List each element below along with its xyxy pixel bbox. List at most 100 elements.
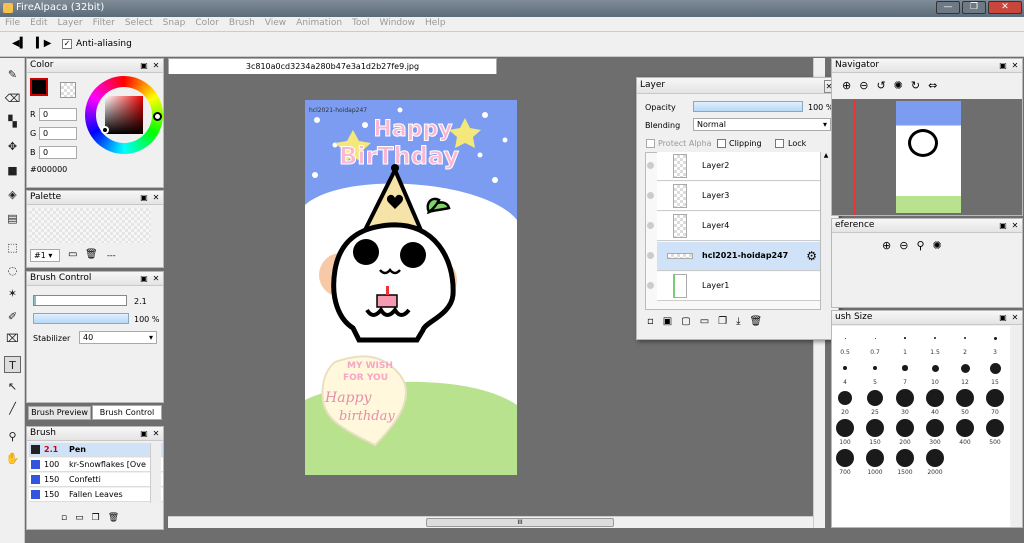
new-layer-icon[interactable]: ▫: [647, 316, 663, 327]
text-tool-icon[interactable]: T: [4, 356, 21, 373]
gear-icon[interactable]: ⚙: [806, 249, 817, 263]
float-icon[interactable]: ▣: [139, 273, 149, 284]
brush-size-dot[interactable]: [896, 449, 914, 467]
visibility-icon[interactable]: [647, 282, 654, 289]
layer-list-scrollbar[interactable]: ▲: [821, 152, 831, 310]
blending-select[interactable]: Normal ▾: [693, 118, 831, 131]
menu-edit[interactable]: Edit: [25, 17, 52, 29]
brush-size-dot[interactable]: [836, 449, 854, 467]
eraser-tool-icon[interactable]: ⌫: [4, 90, 21, 107]
saturation-box[interactable]: [105, 96, 143, 134]
close-icon[interactable]: ✕: [151, 273, 161, 284]
zoom-in-icon[interactable]: ⊕: [842, 79, 859, 92]
protect-alpha-checkbox[interactable]: [646, 139, 655, 148]
menu-select[interactable]: Select: [120, 17, 158, 29]
visibility-icon[interactable]: [647, 162, 654, 169]
layer-row[interactable]: Layer2: [647, 152, 820, 181]
visibility-icon[interactable]: [647, 192, 654, 199]
dot-tool-icon[interactable]: ▚: [4, 113, 21, 130]
brush-size-dot[interactable]: [986, 389, 1004, 407]
brush-size-dot[interactable]: [993, 336, 997, 340]
zoom-out-icon[interactable]: ⊖: [899, 239, 916, 252]
brush-size-dot[interactable]: [902, 365, 908, 371]
brush-size-dot[interactable]: [931, 364, 939, 372]
brush-size-dot[interactable]: [843, 366, 847, 370]
scrollbar-thumb[interactable]: III: [426, 518, 614, 527]
eyedropper-icon[interactable]: ⚲: [4, 428, 21, 445]
float-icon[interactable]: ▣: [998, 60, 1008, 71]
menu-view[interactable]: View: [260, 17, 291, 29]
close-icon[interactable]: ✕: [151, 60, 161, 71]
menu-layer[interactable]: Layer: [53, 17, 88, 29]
menu-file[interactable]: File: [0, 17, 25, 29]
brush-opacity-slider[interactable]: [33, 313, 129, 324]
delete-palette-icon[interactable]: 🗑: [85, 249, 98, 260]
brush-size-dot[interactable]: [838, 391, 852, 405]
clipping-checkbox[interactable]: [717, 139, 726, 148]
horizontal-scrollbar[interactable]: III: [168, 516, 813, 528]
folder-icon[interactable]: ▭: [700, 316, 718, 327]
pen-tool-icon[interactable]: ✎: [4, 66, 21, 83]
palette-swatches[interactable]: [29, 208, 151, 243]
brush-size-dot[interactable]: [956, 419, 974, 437]
float-icon[interactable]: ▣: [139, 428, 149, 439]
brush-size-dot[interactable]: [956, 389, 974, 407]
duplicate-layer-icon[interactable]: ❐: [718, 316, 736, 327]
brush-size-dot[interactable]: [867, 390, 883, 406]
brush-size-dot[interactable]: [836, 419, 854, 437]
brush-size-dot[interactable]: [866, 449, 884, 467]
zoom-in-icon[interactable]: ⊕: [882, 239, 899, 252]
primary-color-swatch[interactable]: [30, 78, 48, 96]
duplicate-brush-icon[interactable]: ❐: [92, 513, 108, 523]
operation-tool-icon[interactable]: ↖: [4, 378, 21, 395]
layer-row[interactable]: Layer1: [647, 272, 820, 301]
brush-size-dot[interactable]: [934, 337, 936, 339]
brush-size-dot[interactable]: [926, 449, 944, 467]
float-icon[interactable]: ▣: [998, 220, 1008, 231]
float-icon[interactable]: ▣: [139, 60, 149, 71]
hand-tool-icon[interactable]: ✋: [4, 450, 21, 467]
menu-help[interactable]: Help: [420, 17, 451, 29]
close-icon[interactable]: ✕: [1010, 60, 1020, 71]
eyedropper-icon[interactable]: ⚲: [916, 239, 932, 252]
palette-selector[interactable]: #1 ▾: [30, 249, 60, 262]
float-icon[interactable]: ▣: [139, 192, 149, 203]
minimize-button[interactable]: —: [936, 1, 960, 14]
brush-size-scrollbar[interactable]: [1012, 326, 1022, 527]
r-input[interactable]: 0: [39, 108, 77, 121]
hue-cursor[interactable]: [153, 112, 162, 121]
close-button[interactable]: ✕: [988, 1, 1022, 14]
layer-row[interactable]: Layer3: [647, 182, 820, 211]
brush-size-dot[interactable]: [960, 363, 970, 373]
brush-size-dot[interactable]: [926, 419, 944, 437]
brush-item[interactable]: 100 kr-Snowflakes [Ove: [29, 458, 163, 472]
move-tool-icon[interactable]: ✥: [4, 138, 21, 155]
stabilizer-select[interactable]: 40 ▾: [79, 331, 157, 344]
prev-frame-icon[interactable]: ◀▍: [12, 38, 27, 49]
brush-size-dot[interactable]: [874, 337, 876, 339]
select-eraser-icon[interactable]: ⌧: [4, 330, 21, 347]
select-tool-icon[interactable]: ⬚: [4, 239, 21, 256]
brush-size-dot[interactable]: [986, 419, 1004, 437]
select-pen-icon[interactable]: ✐: [4, 308, 21, 325]
zoom-out-icon[interactable]: ⊖: [859, 79, 876, 92]
layer-opacity-slider[interactable]: [693, 101, 803, 112]
hue-wheel[interactable]: [85, 76, 163, 154]
brush-size-grid[interactable]: [832, 326, 1010, 527]
add-palette-icon[interactable]: ▭: [68, 249, 77, 260]
b-input[interactable]: 0: [39, 146, 77, 159]
gradient-tool-icon[interactable]: ▤: [4, 210, 21, 227]
document-tab[interactable]: 3c810a0cd3234a280b47e3a1d2b27fe9.jpg: [168, 58, 497, 74]
menu-brush[interactable]: Brush: [224, 17, 260, 29]
brush-size-slider[interactable]: [33, 295, 127, 306]
close-icon[interactable]: ✕: [1010, 312, 1020, 323]
rotate-left-icon[interactable]: ↺: [876, 79, 893, 92]
lock-checkbox[interactable]: [775, 139, 784, 148]
lasso-tool-icon[interactable]: ◌: [4, 262, 21, 279]
canvas-artwork[interactable]: Happy BirThday MY WISH FOR YOU Happy bir…: [305, 100, 517, 475]
layer-row[interactable]: Layer4: [647, 212, 820, 241]
tab-brush-control[interactable]: Brush Control: [92, 405, 162, 420]
brush-size-dot[interactable]: [896, 389, 914, 407]
menu-animation[interactable]: Animation: [291, 17, 347, 29]
menu-window[interactable]: Window: [375, 17, 421, 29]
